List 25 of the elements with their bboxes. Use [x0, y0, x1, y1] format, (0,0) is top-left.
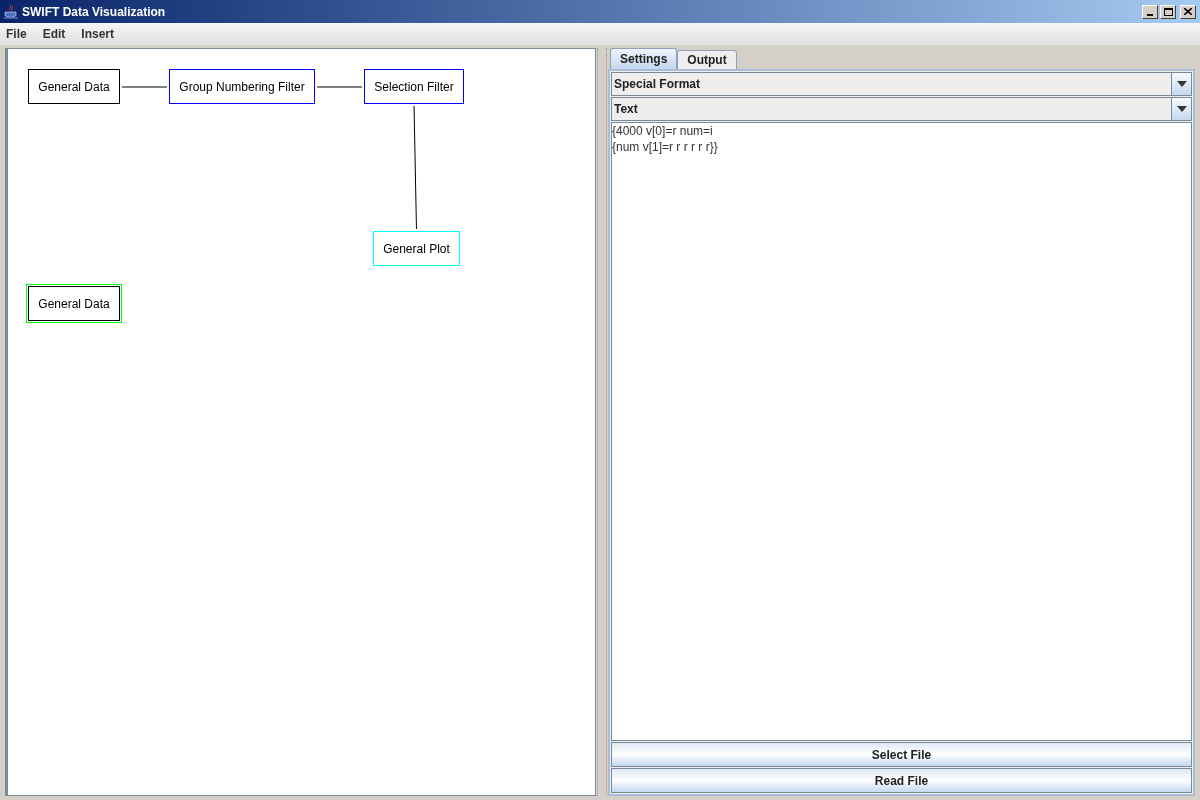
- dropdown[interactable]: Text: [611, 97, 1192, 121]
- menu-item[interactable]: File: [4, 25, 29, 43]
- connector-line: [119, 85, 170, 90]
- tab[interactable]: Settings: [610, 48, 678, 69]
- minimize-button[interactable]: [1142, 4, 1158, 19]
- diagram-node[interactable]: Selection Filter: [362, 67, 466, 106]
- dropdown[interactable]: Special Format: [611, 72, 1192, 96]
- close-button[interactable]: [1180, 4, 1196, 19]
- diagram-node[interactable]: General Plot: [371, 229, 462, 268]
- close-icon: [1184, 8, 1192, 15]
- menu-item[interactable]: Edit: [40, 25, 68, 43]
- format-text-area[interactable]: {4000 v[0]=r num=i {num v[1]=r r r r r r}}: [611, 122, 1192, 741]
- dropdown-arrow-icon: [1176, 106, 1187, 112]
- window-title: SWIFT Data Visualization: [22, 3, 166, 21]
- tab[interactable]: Output: [677, 50, 737, 69]
- maximize-button[interactable]: [1160, 4, 1176, 19]
- dropdown-arrow-icon: [1176, 81, 1187, 87]
- diagram-node[interactable]: Group Numbering Filter: [167, 67, 317, 106]
- app-icon: [4, 3, 18, 20]
- diagram-node[interactable]: General Data: [26, 284, 122, 323]
- action-button[interactable]: Read File: [611, 768, 1192, 793]
- menu-item[interactable]: Insert: [79, 25, 117, 43]
- connector-line: [314, 85, 365, 90]
- diagram-node[interactable]: General Data: [26, 67, 122, 106]
- action-button[interactable]: Select File: [611, 742, 1192, 767]
